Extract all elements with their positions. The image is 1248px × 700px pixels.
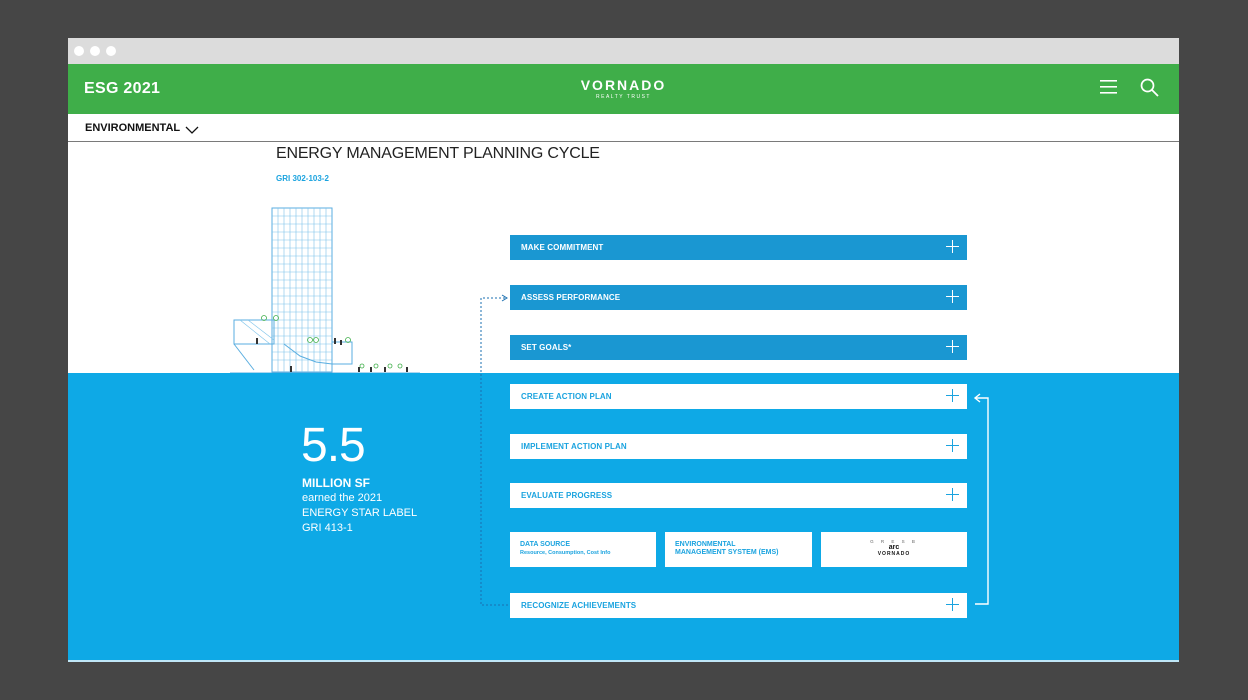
plus-icon[interactable] bbox=[946, 290, 959, 303]
ems-line-2: MANAGEMENT SYSTEM (EMS) bbox=[675, 549, 779, 556]
stat-line-1: earned the 2021 bbox=[302, 492, 383, 504]
vornado-logo[interactable]: VORNADO REALTY TRUST bbox=[68, 77, 1179, 100]
plus-icon[interactable] bbox=[946, 240, 959, 253]
step-create-action-plan[interactable]: CREATE ACTION PLAN bbox=[510, 384, 967, 409]
vornado-mini-label: VORNADO bbox=[877, 551, 911, 557]
hamburger-menu-icon[interactable] bbox=[1100, 78, 1117, 100]
site-header: ESG 2021 VORNADO REALTY TRUST bbox=[68, 64, 1179, 114]
bottom-edge bbox=[68, 660, 1179, 662]
logo-wordmark: VORNADO bbox=[580, 77, 667, 93]
ems-box[interactable]: ENVIRONMENTAL MANAGEMENT SYSTEM (EMS) bbox=[665, 532, 812, 567]
plus-icon[interactable] bbox=[946, 598, 959, 611]
search-icon[interactable] bbox=[1140, 78, 1159, 102]
stat-unit: MILLION SF bbox=[302, 476, 370, 490]
chevron-down-icon[interactable] bbox=[185, 122, 199, 140]
step-label: RECOGNIZE ACHIEVEMENTS bbox=[521, 601, 637, 610]
window-dot-minimize[interactable] bbox=[90, 46, 100, 56]
plus-icon[interactable] bbox=[946, 340, 959, 353]
data-source-box[interactable]: DATA SOURCE Resource, Consumption, Cost … bbox=[510, 532, 656, 567]
plus-icon[interactable] bbox=[946, 488, 959, 501]
page-title: ENERGY MANAGEMENT PLANNING CYCLE bbox=[276, 145, 600, 162]
step-set-goals[interactable]: SET GOALS* bbox=[510, 335, 967, 360]
stat-line-3: GRI 413-1 bbox=[302, 522, 353, 534]
step-label: EVALUATE PROGRESS bbox=[521, 491, 613, 500]
step-label: ASSESS PERFORMANCE bbox=[521, 293, 621, 302]
data-source-title: DATA SOURCE bbox=[520, 541, 571, 548]
stat-number: 5.5 bbox=[301, 419, 366, 472]
gresb-arc-logos-box[interactable]: G R E S B arc VORNADO bbox=[821, 532, 967, 567]
stat-line-2: ENERGY STAR LABEL bbox=[302, 507, 418, 519]
section-dropdown-label[interactable]: ENVIRONMENTAL bbox=[85, 122, 180, 134]
plus-icon[interactable] bbox=[946, 389, 959, 402]
step-implement-action-plan[interactable]: IMPLEMENT ACTION PLAN bbox=[510, 434, 967, 459]
arc-label: arc bbox=[888, 544, 900, 551]
logo-subtitle: REALTY TRUST bbox=[596, 94, 651, 100]
section-nav: ENVIRONMENTAL bbox=[68, 114, 1179, 142]
step-evaluate-progress[interactable]: EVALUATE PROGRESS bbox=[510, 483, 967, 508]
plus-icon[interactable] bbox=[946, 439, 959, 452]
window-chrome bbox=[68, 38, 1179, 64]
step-make-commitment[interactable]: MAKE COMMITMENT bbox=[510, 235, 967, 260]
step-label: CREATE ACTION PLAN bbox=[521, 392, 612, 401]
building-illustration bbox=[230, 204, 420, 381]
window-dot-close[interactable] bbox=[74, 46, 84, 56]
step-label: IMPLEMENT ACTION PLAN bbox=[521, 442, 627, 451]
gri-reference-link[interactable]: GRI 302-103-2 bbox=[276, 174, 329, 183]
step-assess-performance[interactable]: ASSESS PERFORMANCE bbox=[510, 285, 967, 310]
step-label: SET GOALS* bbox=[521, 343, 572, 352]
ems-title: ENVIRONMENTAL MANAGEMENT SYSTEM (EMS) bbox=[675, 541, 778, 557]
step-recognize-achievements[interactable]: RECOGNIZE ACHIEVEMENTS bbox=[510, 593, 967, 618]
step-label: MAKE COMMITMENT bbox=[521, 243, 604, 252]
ems-line-1: ENVIRONMENTAL bbox=[675, 541, 736, 548]
browser-window: ESG 2021 VORNADO REALTY TRUST ENVIRONMEN… bbox=[68, 38, 1179, 662]
data-source-detail: Resource, Consumption, Cost Info bbox=[520, 550, 611, 556]
gresb-arc-logo: G R E S B arc VORNADO bbox=[821, 539, 967, 557]
window-dot-maximize[interactable] bbox=[106, 46, 116, 56]
